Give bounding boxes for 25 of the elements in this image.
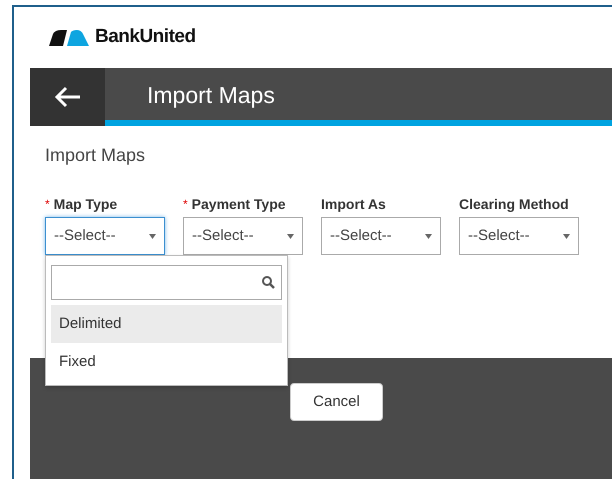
brand-name: BankUnited <box>95 25 196 50</box>
caret-icon <box>287 234 294 238</box>
required-asterisk: * <box>183 196 188 213</box>
search-field[interactable] <box>51 265 282 300</box>
page-heading: Import Maps <box>45 144 146 167</box>
caret-icon <box>425 234 432 238</box>
header-title: Import Maps <box>147 81 275 110</box>
required-asterisk: * <box>45 196 50 213</box>
select-dropdown[interactable]: --Select-- <box>321 217 441 255</box>
caret-icon <box>149 234 156 238</box>
select-dropdown[interactable]: --Select-- <box>45 217 165 255</box>
search-icon <box>262 276 275 289</box>
select-dropdown[interactable]: --Select-- <box>183 217 303 255</box>
field-label: Clearing Method <box>459 194 569 214</box>
logo-icon <box>47 30 89 46</box>
field-label: Payment Type <box>192 194 286 214</box>
select-dropdown[interactable]: --Select-- <box>459 217 579 255</box>
field-label: Map Type <box>54 194 118 214</box>
field-label: Import As <box>321 194 386 214</box>
cancel-button[interactable]: Cancel <box>290 383 383 421</box>
caret-icon <box>563 234 570 238</box>
back-arrow-icon <box>54 86 82 108</box>
dropdown-option[interactable]: Delimited <box>51 305 282 343</box>
dropdown-option[interactable]: Fixed <box>51 343 282 381</box>
back-button[interactable] <box>30 68 105 126</box>
